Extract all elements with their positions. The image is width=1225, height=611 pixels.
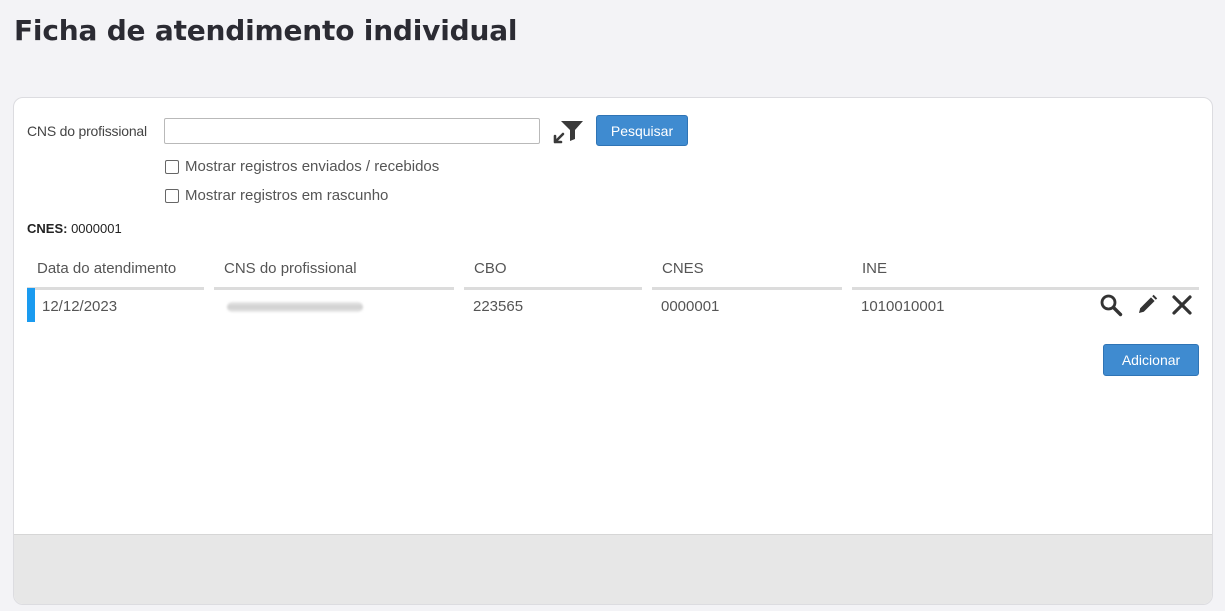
table-row[interactable]: 12/12/2023 223565 0000001 1010010001: [27, 288, 1199, 324]
show-draft-checkbox-row[interactable]: Mostrar registros em rascunho: [165, 187, 388, 204]
add-button[interactable]: Adicionar: [1103, 344, 1199, 376]
search-button[interactable]: Pesquisar: [596, 115, 688, 146]
column-header-ine[interactable]: INE: [852, 256, 1199, 290]
cns-label: CNS do profissional: [27, 123, 147, 139]
show-sent-label: Mostrar registros enviados / recebidos: [185, 158, 440, 175]
magnifier-icon[interactable]: [1099, 293, 1123, 317]
cns-input[interactable]: [164, 118, 540, 144]
cnes-label: CNES:: [27, 221, 68, 236]
pencil-icon[interactable]: [1135, 293, 1159, 317]
cnes-info: CNES: 0000001: [27, 221, 122, 236]
cell-cbo: 223565: [473, 298, 524, 315]
cell-ine: 1010010001: [861, 298, 945, 315]
clear-filter-icon[interactable]: [553, 118, 585, 144]
page-title: Ficha de atendimento individual: [14, 14, 518, 47]
show-draft-label: Mostrar registros em rascunho: [185, 187, 389, 204]
cnes-value: 0000001: [71, 221, 122, 236]
panel-footer: [14, 534, 1212, 604]
cell-cns-redacted: [227, 302, 363, 312]
column-header-cbo[interactable]: CBO: [464, 256, 642, 290]
show-sent-checkbox[interactable]: [165, 159, 179, 174]
cell-cnes: 0000001: [661, 298, 720, 315]
row-status-marker: [27, 288, 35, 322]
column-header-cns[interactable]: CNS do profissional: [214, 256, 454, 290]
close-icon[interactable]: [1170, 293, 1194, 317]
column-header-date[interactable]: Data do atendimento: [27, 256, 204, 290]
cell-date: 12/12/2023: [42, 298, 118, 315]
show-draft-checkbox[interactable]: [165, 188, 179, 203]
column-header-cnes[interactable]: CNES: [652, 256, 842, 290]
show-sent-checkbox-row[interactable]: Mostrar registros enviados / recebidos: [165, 158, 439, 175]
main-panel: CNS do profissional Pesquisar Mostrar re…: [13, 97, 1213, 605]
